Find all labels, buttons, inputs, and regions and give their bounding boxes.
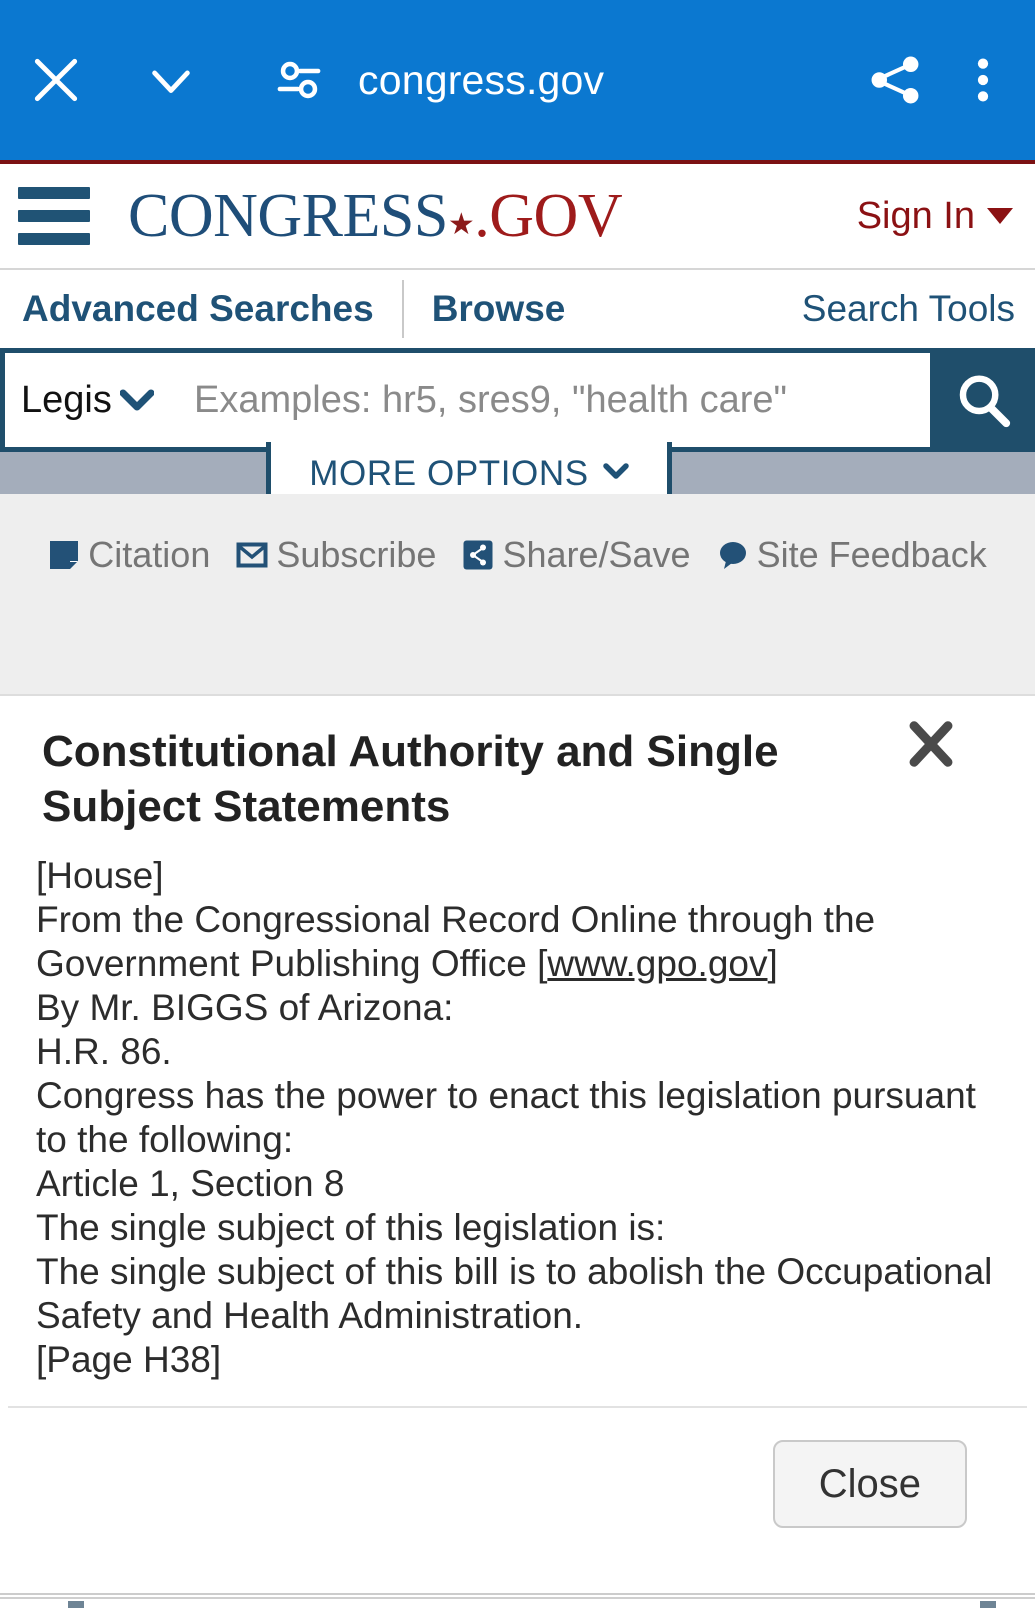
modal-line-page: [Page H38]	[36, 1339, 222, 1381]
app-root: congress.gov CONGRESS★.GOV Sign In Advan…	[0, 0, 1035, 1608]
search-bar: Legis Examples: hr5, sres9, "health care…	[0, 348, 1035, 452]
logo-text-congress: CONGRESS	[128, 182, 448, 250]
modal-title: Constitutional Authority and Single Subj…	[42, 727, 779, 831]
modal-source-bracket: ]	[767, 943, 778, 985]
browser-toolbar: congress.gov	[0, 0, 1035, 160]
page-background: Citation Subscribe Share/Save Site Feedb…	[0, 494, 1035, 694]
envelope-icon	[236, 539, 268, 571]
modal-line-source: From the Congressional Record Online thr…	[36, 898, 1001, 986]
modal-line-sponsor: By Mr. BIGGS of Arizona:	[36, 987, 454, 1029]
nav-browse[interactable]: Browse	[432, 288, 566, 330]
search-placeholder: Examples: hr5, sres9, "health care"	[194, 378, 788, 421]
search-submit-button[interactable]	[930, 348, 1035, 452]
bottom-marker-right	[980, 1601, 996, 1608]
chevron-down-icon	[119, 389, 155, 411]
close-button[interactable]: Close	[772, 1440, 967, 1528]
search-icon	[959, 375, 1010, 428]
congress-gov-logo[interactable]: CONGRESS★.GOV	[128, 182, 623, 250]
more-options-label: MORE OPTIONS	[309, 453, 589, 493]
chevron-down-icon	[602, 462, 629, 485]
search-input[interactable]: Examples: hr5, sres9, "health care"	[168, 348, 930, 452]
url-text[interactable]: congress.gov	[358, 57, 863, 104]
hamburger-menu-icon[interactable]	[18, 187, 90, 245]
utility-subscribe-label: Subscribe	[276, 534, 437, 575]
page-info-tune-icon[interactable]	[268, 49, 330, 111]
gpo-link[interactable]: www.gpo.gov	[547, 943, 767, 984]
nav-search-tools[interactable]: Search Tools	[802, 288, 1015, 330]
site-header: CONGRESS★.GOV Sign In	[0, 160, 1035, 268]
modal-line-authority-intro: Congress has the power to enact this leg…	[36, 1075, 976, 1161]
secondary-nav: Advanced Searches Browse Search Tools	[0, 268, 1035, 348]
utility-share-save[interactable]: Share/Save	[462, 534, 691, 576]
utility-citation[interactable]: Citation	[48, 534, 210, 576]
bottom-marker-left	[68, 1601, 84, 1608]
page-bottom-edge	[0, 1597, 1035, 1608]
modal-line-bill: H.R. 86.	[36, 1031, 172, 1073]
modal-header: Constitutional Authority and Single Subj…	[0, 696, 1035, 834]
speech-bubble-icon	[717, 539, 749, 571]
sign-in-button[interactable]: Sign In	[857, 195, 1013, 238]
search-scope-select[interactable]: Legis	[0, 348, 168, 452]
sign-in-label: Sign In	[856, 194, 975, 237]
modal-body: [House] From the Congressional Record On…	[0, 834, 1035, 1382]
close-icon[interactable]	[18, 42, 94, 118]
search-scope-value: Legis	[21, 378, 112, 421]
modal-line-subject: The single subject of this bill is to ab…	[36, 1251, 993, 1337]
caret-down-icon	[987, 208, 1013, 224]
utility-citation-label: Citation	[88, 534, 211, 575]
constitutional-authority-modal: Constitutional Authority and Single Subj…	[0, 694, 1035, 1595]
utility-site-feedback-label: Site Feedback	[756, 534, 987, 575]
logo-text-gov: .GOV	[474, 182, 623, 250]
modal-line-house: [House]	[36, 855, 164, 896]
citation-page-icon	[48, 539, 80, 571]
utility-subscribe[interactable]: Subscribe	[236, 534, 436, 576]
modal-line-subject-intro: The single subject of this legislation i…	[36, 1207, 666, 1249]
share-icon[interactable]	[863, 48, 927, 112]
nav-divider	[401, 280, 404, 338]
modal-footer: Close	[0, 1408, 1035, 1597]
utility-share-save-label: Share/Save	[502, 534, 691, 575]
close-icon[interactable]	[905, 718, 957, 770]
utility-site-feedback[interactable]: Site Feedback	[717, 534, 987, 576]
modal-line-article: Article 1, Section 8	[36, 1163, 345, 1205]
overflow-menu-icon[interactable]	[971, 48, 995, 112]
utility-bar: Citation Subscribe Share/Save Site Feedb…	[0, 534, 1035, 576]
nav-advanced-searches[interactable]: Advanced Searches	[22, 288, 374, 330]
logo-star-icon: ★	[447, 208, 475, 242]
chevron-down-icon[interactable]	[136, 45, 206, 115]
share-icon	[462, 539, 494, 571]
